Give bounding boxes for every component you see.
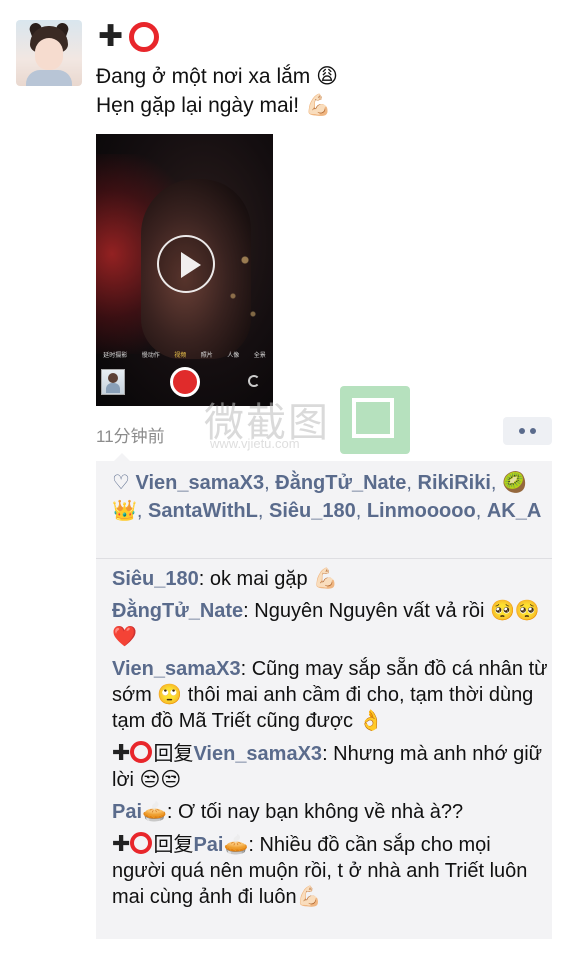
like-name[interactable]: SantaWithL <box>148 500 258 522</box>
reply-word: 回复 <box>153 834 194 856</box>
camera-mode-video: 视频 <box>174 353 187 359</box>
post-text-line-1: Đang ở một nơi xa lắm 😩 <box>96 62 338 91</box>
red-ring-icon <box>130 741 153 763</box>
poster-name[interactable]: ✚ <box>98 20 160 53</box>
weary-emoji: 😩 <box>316 64 339 88</box>
video-city-lights <box>225 224 265 344</box>
watermark-url: www.vjietu.com <box>210 436 300 451</box>
like-separator: , <box>490 472 503 494</box>
more-dot-icon <box>519 428 525 434</box>
thumbnail-head <box>108 373 118 383</box>
like-separator: , <box>136 500 149 522</box>
like-separator: , <box>406 472 418 494</box>
camera-mode-slowmo: 慢动作 <box>141 353 160 359</box>
comment-item[interactable]: ĐằngTử_Nate: Nguyên Nguyên vất vả rồi 🥺🥺… <box>112 598 548 650</box>
record-button-icon <box>170 367 200 397</box>
comment-item[interactable]: ✚ 回复Vien_samaX3: Nhưng mà anh nhớ giữ lời… <box>112 740 548 793</box>
like-separator: , <box>475 500 487 522</box>
watermark: 微截图 www.vjietu.com <box>200 384 412 456</box>
red-ring-icon <box>130 832 153 854</box>
like-separator: , <box>264 472 276 494</box>
plus-icon: ✚ <box>112 740 131 765</box>
more-dot-icon <box>530 428 536 434</box>
post-timestamp: 11分钟前 <box>96 427 165 446</box>
like-name[interactable]: Vien_samaX3 <box>136 472 265 494</box>
reply-word: 回复 <box>153 743 194 765</box>
camera-mode-portrait: 人像 <box>227 353 240 359</box>
heart-icon: ♡ <box>112 472 130 494</box>
thumbnail-body <box>106 383 120 393</box>
like-name[interactable]: Siêu_180 <box>269 500 356 522</box>
comment-text: : Ơ tối nay bạn không về nhà à?? <box>166 801 464 823</box>
plus-icon: ✚ <box>112 831 131 856</box>
like-separator: , <box>355 500 367 522</box>
like-separator: , <box>257 500 269 522</box>
like-name[interactable]: ĐằngTử_Nate <box>275 472 406 494</box>
post-text: Đang ở một nơi xa lắm 😩 Hẹn gặp lại ngày… <box>96 62 338 120</box>
red-ring-icon <box>129 22 160 52</box>
like-name[interactable]: Linmooooo <box>367 500 476 522</box>
comment-author[interactable]: Pai🥧 <box>193 834 248 856</box>
post-line-1-text: Đang ở một nơi xa lắm <box>96 65 311 88</box>
avatar-shirt <box>26 70 72 86</box>
camera-mode-photo: 照片 <box>200 353 213 359</box>
comment-author[interactable]: Vien_samaX3 <box>193 743 322 765</box>
camera-mode-timelapse: 延时摄影 <box>103 353 128 359</box>
comment-author[interactable]: ĐằngTử_Nate <box>112 600 243 622</box>
comment-author[interactable]: Pai🥧 <box>112 801 167 823</box>
plus-icon: ✚ <box>98 20 124 53</box>
watermark-logo-icon <box>340 386 410 454</box>
post-text-line-2: Hẹn gặp lại ngày mai! 💪🏻 <box>96 91 338 120</box>
play-icon[interactable] <box>157 235 215 293</box>
camera-gallery-thumbnail <box>101 369 125 395</box>
avatar[interactable] <box>16 20 82 86</box>
camera-mode-pano: 全景 <box>253 353 266 359</box>
avatar-face <box>35 38 63 70</box>
flexed-biceps-emoji: 💪🏻 <box>304 93 332 117</box>
like-name[interactable]: RikiRiki <box>418 472 491 494</box>
comment-author[interactable]: Vien_samaX3 <box>112 658 241 680</box>
comment-item[interactable]: Vien_samaX3: Cũng may sắp sẵn đồ cá nhân… <box>112 656 548 734</box>
likes-divider <box>96 558 552 559</box>
video-thumbnail[interactable]: 延时摄影 慢动作 视频 照片 人像 全景 <box>96 134 273 406</box>
comments-panel: ♡ Vien_samaX3, ĐằngTử_Nate, RikiRiki, 🥝 … <box>96 453 552 939</box>
comment-text: : ok mai gặp 💪🏻 <box>198 568 339 590</box>
comment-item[interactable]: Siêu_180: ok mai gặp 💪🏻 <box>112 566 548 592</box>
camera-mode-bar: 延时摄影 慢动作 视频 照片 人像 全景 <box>96 350 273 359</box>
likes-list: ♡ Vien_samaX3, ĐằngTử_Nate, RikiRiki, 🥝 … <box>112 469 542 525</box>
comment-author[interactable]: Siêu_180 <box>112 568 199 590</box>
comment-item[interactable]: ✚ 回复Pai🥧: Nhiều đồ cần sắp cho mọi người … <box>112 831 548 910</box>
comment-list: Siêu_180: ok mai gặp 💪🏻 ĐằngTử_Nate: Ngu… <box>112 566 548 916</box>
post-line-2-text: Hẹn gặp lại ngày mai! <box>96 94 300 117</box>
like-name[interactable]: AK_A <box>487 500 541 522</box>
comment-item[interactable]: Pai🥧: Ơ tối nay bạn không về nhà à?? <box>112 799 548 825</box>
more-options-button[interactable] <box>503 417 552 445</box>
